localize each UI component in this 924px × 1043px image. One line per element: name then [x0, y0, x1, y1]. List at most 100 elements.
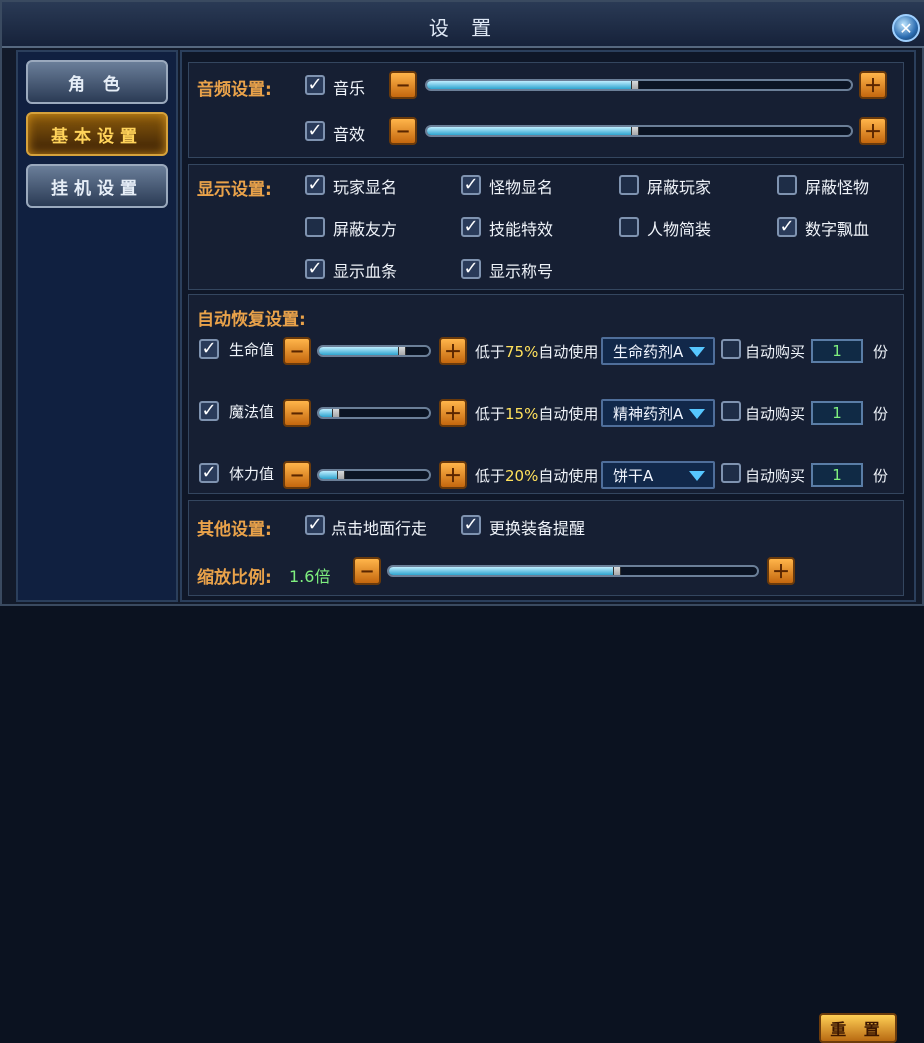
display-option-checkbox[interactable] [619, 175, 639, 195]
chevron-down-icon [689, 471, 705, 481]
zoom-slider[interactable] [387, 565, 759, 577]
display-option-checkbox[interactable] [305, 259, 325, 279]
recovery-increase-button[interactable]: ＋ [439, 461, 467, 489]
zoom-slider-knob[interactable] [613, 567, 622, 575]
auto-buy-quantity-input[interactable]: 1 [811, 339, 863, 363]
display-option-checkbox[interactable] [777, 217, 797, 237]
music-increase-button[interactable]: ＋ [859, 71, 887, 99]
auto-buy-checkbox[interactable] [721, 463, 741, 483]
window-title: 设 置 [428, 16, 500, 40]
display-option-label: 怪物显名 [489, 178, 554, 197]
other-panel: 其他设置: 点击地面行走 更换装备提醒 缩放比例: 1.6倍 − ＋ 重 置 [188, 500, 904, 1043]
close-button[interactable]: ✕ [892, 14, 920, 42]
auto-buy-unit-label: 份 [873, 405, 889, 423]
recovery-threshold-percent: 15% [505, 405, 539, 423]
recovery-increase-button[interactable]: ＋ [439, 399, 467, 427]
auto-buy-checkbox[interactable] [721, 339, 741, 359]
recovery-threshold-percent: 75% [505, 343, 539, 361]
recovery-enabled-checkbox[interactable] [199, 463, 219, 483]
display-option-checkbox[interactable] [305, 217, 325, 237]
chevron-down-icon [689, 347, 705, 357]
recovery-enabled-checkbox[interactable] [199, 401, 219, 421]
sound-effects-slider[interactable] [425, 125, 853, 137]
recovery-threshold-text: 低于20%自动使用 [475, 465, 598, 486]
recovery-threshold-slider[interactable] [317, 469, 431, 481]
recovery-threshold-slider[interactable] [317, 345, 431, 357]
equipment-change-reminder-label: 更换装备提醒 [489, 519, 586, 538]
recovery-threshold-slider-knob[interactable] [331, 409, 340, 417]
music-slider-fill [427, 81, 635, 89]
minus-icon: − [289, 340, 305, 362]
sidebar-item-label: 角 色 [68, 74, 126, 95]
auto-buy-unit-label: 份 [873, 467, 889, 485]
display-option-checkbox[interactable] [461, 217, 481, 237]
sound-effects-increase-button[interactable]: ＋ [859, 117, 887, 145]
display-option-label: 人物简装 [647, 220, 712, 239]
minus-icon: − [289, 464, 305, 486]
display-option-checkbox[interactable] [461, 175, 481, 195]
display-option-label: 显示血条 [333, 262, 398, 281]
display-option-checkbox[interactable] [305, 175, 325, 195]
sidebar-item-label: 基本设置 [51, 126, 143, 147]
recovery-decrease-button[interactable]: − [283, 461, 311, 489]
sound-effects-checkbox[interactable] [305, 121, 325, 141]
recovery-potion-dropdown[interactable]: 生命药剂A [601, 337, 715, 365]
plus-icon: ＋ [444, 342, 462, 363]
display-option-checkbox[interactable] [777, 175, 797, 195]
chevron-down-icon [689, 409, 705, 419]
recovery-potion-value: 饼干A [613, 466, 654, 485]
sound-effects-slider-knob[interactable] [630, 127, 639, 135]
equipment-change-reminder-checkbox[interactable] [461, 515, 481, 535]
click-ground-walk-checkbox[interactable] [305, 515, 325, 535]
sound-effects-decrease-button[interactable]: − [389, 117, 417, 145]
recovery-threshold-slider[interactable] [317, 407, 431, 419]
display-option-checkbox[interactable] [619, 217, 639, 237]
recovery-threshold-prefix: 低于 [475, 405, 506, 423]
recovery-threshold-slider-knob[interactable] [397, 347, 406, 355]
settings-window: 设 置 ✕ 角 色 基本设置 挂机设置 音频设置: 音乐 − ＋ [0, 0, 924, 1043]
reset-button[interactable]: 重 置 [819, 1013, 897, 1043]
display-option-label: 玩家显名 [333, 178, 398, 197]
recovery-threshold-slider-fill [319, 347, 402, 355]
close-icon: ✕ [899, 18, 913, 38]
zoom-increase-button[interactable]: ＋ [767, 557, 795, 585]
recovery-threshold-suffix: 自动使用 [538, 467, 599, 485]
zoom-decrease-button[interactable]: − [353, 557, 381, 585]
auto-buy-quantity-input[interactable]: 1 [811, 401, 863, 425]
auto-buy-checkbox[interactable] [721, 401, 741, 421]
zoom-value: 1.6倍 [289, 567, 331, 586]
plus-icon: ＋ [864, 76, 882, 97]
minus-icon: − [395, 74, 411, 96]
recovery-threshold-text: 低于75%自动使用 [475, 341, 598, 362]
auto-buy-label: 自动购买 [745, 467, 806, 485]
recovery-potion-dropdown[interactable]: 精神药剂A [601, 399, 715, 427]
sidebar-item-basic-settings[interactable]: 基本设置 [26, 112, 168, 156]
recovery-decrease-button[interactable]: − [283, 399, 311, 427]
zoom-label: 缩放比例: [197, 568, 272, 588]
sidebar-item-character[interactable]: 角 色 [26, 60, 168, 104]
display-option-checkbox[interactable] [461, 259, 481, 279]
auto-buy-quantity-input[interactable]: 1 [811, 463, 863, 487]
sound-effects-slider-fill [427, 127, 635, 135]
recovery-potion-value: 生命药剂A [613, 342, 684, 361]
plus-icon: ＋ [444, 404, 462, 425]
recovery-enabled-checkbox[interactable] [199, 339, 219, 359]
music-decrease-button[interactable]: − [389, 71, 417, 99]
recovery-potion-dropdown[interactable]: 饼干A [601, 461, 715, 489]
recovery-panel: 自动恢复设置: 生命值−＋低于75%自动使用生命药剂A自动购买1份魔法值−＋低于… [188, 294, 904, 494]
minus-icon: − [395, 120, 411, 142]
music-slider-knob[interactable] [630, 81, 639, 89]
plus-icon: ＋ [772, 562, 790, 583]
plus-icon: ＋ [444, 466, 462, 487]
click-ground-walk-label: 点击地面行走 [331, 519, 428, 538]
recovery-threshold-percent: 20% [505, 467, 539, 485]
music-checkbox[interactable] [305, 75, 325, 95]
recovery-threshold-slider-knob[interactable] [337, 471, 345, 479]
sidebar-item-afk-settings[interactable]: 挂机设置 [26, 164, 168, 208]
display-option-label: 屏蔽友方 [333, 220, 398, 239]
recovery-increase-button[interactable]: ＋ [439, 337, 467, 365]
auto-buy-unit-label: 份 [873, 343, 889, 361]
music-slider[interactable] [425, 79, 853, 91]
recovery-decrease-button[interactable]: − [283, 337, 311, 365]
minus-icon: − [289, 402, 305, 424]
